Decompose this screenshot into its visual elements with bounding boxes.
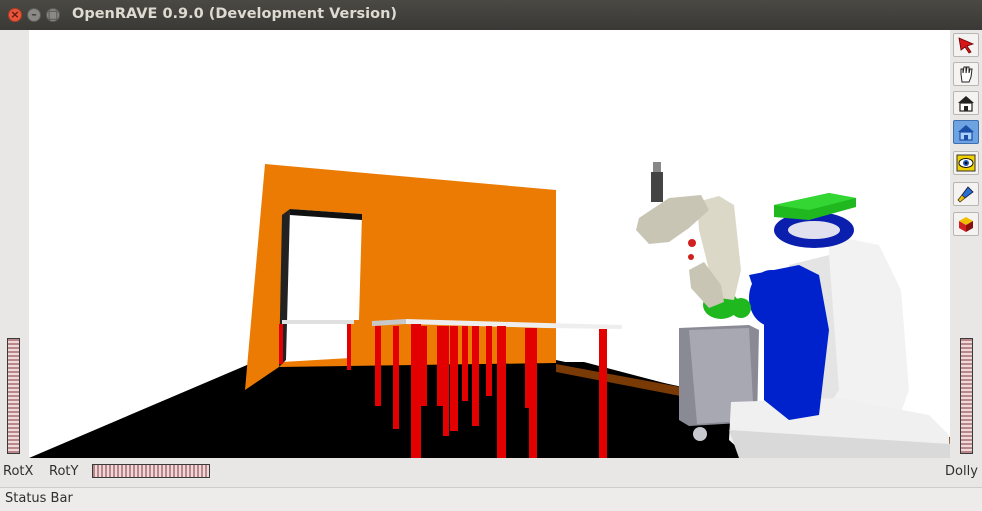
projection-tool-button[interactable] [953,212,979,236]
set-home-tool-button[interactable] [953,120,979,144]
table-leg [375,326,381,406]
title-bar: × – □ OpenRAVE 0.9.0 (Development Versio… [0,0,982,30]
status-bar-text: Status Bar [5,491,73,506]
rotx-thumbwheel[interactable] [7,338,20,454]
view-all-tool-button[interactable] [953,151,979,175]
close-button[interactable]: × [8,8,22,22]
table-leg [462,326,468,401]
robot-head-ring-inner [788,221,840,239]
cube-icon [959,217,973,232]
robot-green-joint [731,298,751,318]
home-tool-button[interactable] [953,91,979,115]
robot-gripper-tip [653,162,661,172]
scene-render [29,162,950,458]
robot-red-marker [688,239,696,247]
maximize-button[interactable]: □ [46,8,60,22]
robot-blue-shoulder [749,270,793,326]
hand-icon [960,66,973,83]
table-leg [443,326,449,436]
table-leg [437,326,443,406]
eye-icon [956,154,976,172]
house-icon [958,96,974,112]
close-icon: × [10,8,20,21]
maximize-icon: □ [47,8,59,21]
house-blue-icon [958,125,974,141]
table-leg [486,326,492,396]
flashlight-icon [957,186,974,203]
seek-tool-button[interactable] [953,182,979,206]
status-bar: Status Bar [0,487,982,511]
3d-viewport[interactable] [29,30,950,458]
far-table-top [282,320,354,324]
table-leg [529,328,537,458]
pan-tool-button[interactable] [953,62,979,86]
table-leg [497,326,506,458]
roty-thumbwheel[interactable] [92,464,210,478]
select-tool-button[interactable] [953,33,979,57]
window-title: OpenRAVE 0.9.0 (Development Version) [72,6,398,22]
dolly-thumbwheel[interactable] [960,338,973,454]
minimize-icon: – [31,8,37,21]
table-leg [450,326,458,431]
robot-caster [693,427,707,441]
robot-red-marker [688,254,694,260]
roty-label: RotY [49,464,79,479]
minimize-button[interactable]: – [27,8,41,22]
robot-arm-forearm [636,195,709,244]
dolly-label: Dolly [945,464,978,479]
table-leg [472,326,479,426]
table-leg [599,329,607,458]
table-leg [421,326,427,406]
arrow-cursor-icon [958,37,975,54]
robot-gripper [651,172,663,202]
far-table-leg [279,324,283,364]
far-table-leg [347,324,351,370]
table-leg [411,324,421,458]
table-leg [393,326,399,429]
rotx-label: RotX [3,464,34,479]
